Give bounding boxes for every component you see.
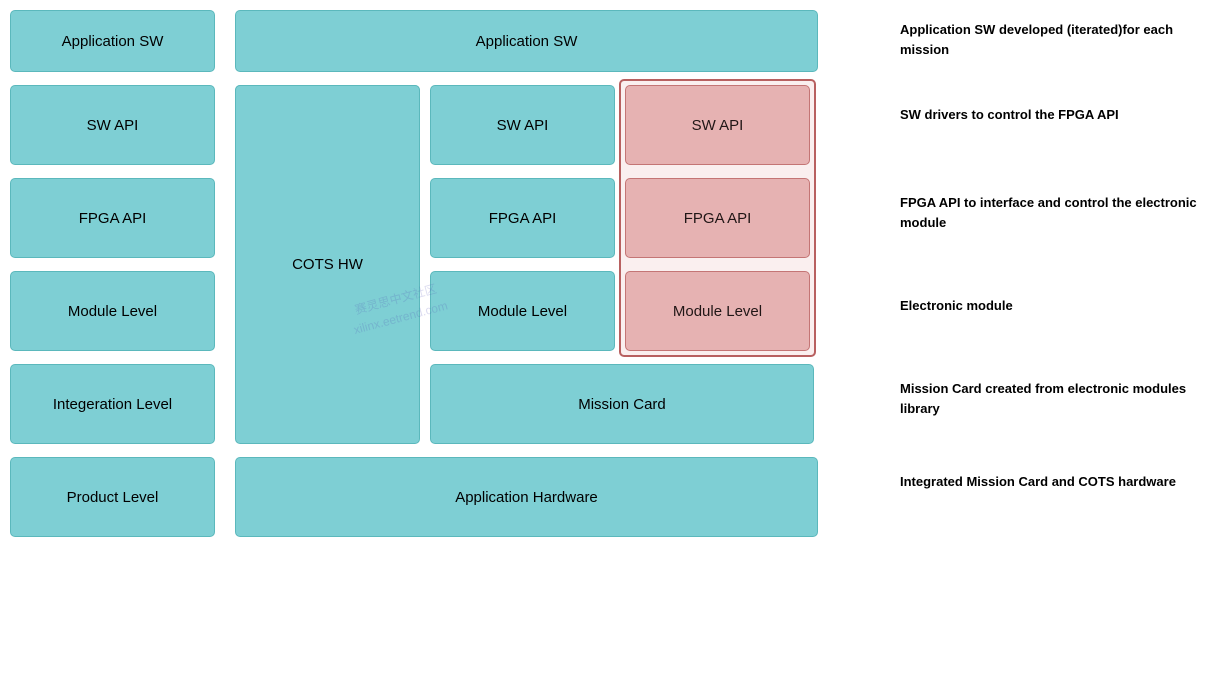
description-text: FPGA API to interface and control the el…	[900, 193, 1210, 232]
teal-box: SW API	[430, 85, 615, 165]
teal-box: FPGA API	[430, 178, 615, 258]
teal-box: Application SW	[235, 10, 818, 72]
teal-box: FPGA API	[10, 178, 215, 258]
teal-box: Module Level	[430, 271, 615, 351]
teal-box: Module Level	[10, 271, 215, 351]
teal-box: Product Level	[10, 457, 215, 537]
teal-box: Application Hardware	[235, 457, 818, 537]
teal-box: Integeration Level	[10, 364, 215, 444]
teal-box: Application SW	[10, 10, 215, 72]
description-text: Integrated Mission Card and COTS hardwar…	[900, 472, 1210, 492]
description-text: SW drivers to control the FPGA API	[900, 105, 1210, 125]
teal-box: SW API	[625, 85, 810, 165]
teal-box: COTS HW	[235, 85, 420, 444]
teal-box: Module Level	[625, 271, 810, 351]
teal-box: SW API	[10, 85, 215, 165]
teal-box: FPGA API	[625, 178, 810, 258]
description-text: Mission Card created from electronic mod…	[900, 379, 1210, 418]
description-text: Electronic module	[900, 296, 1210, 316]
description-text: Application SW developed (iterated)for e…	[900, 20, 1210, 59]
teal-box: Mission Card	[430, 364, 814, 444]
